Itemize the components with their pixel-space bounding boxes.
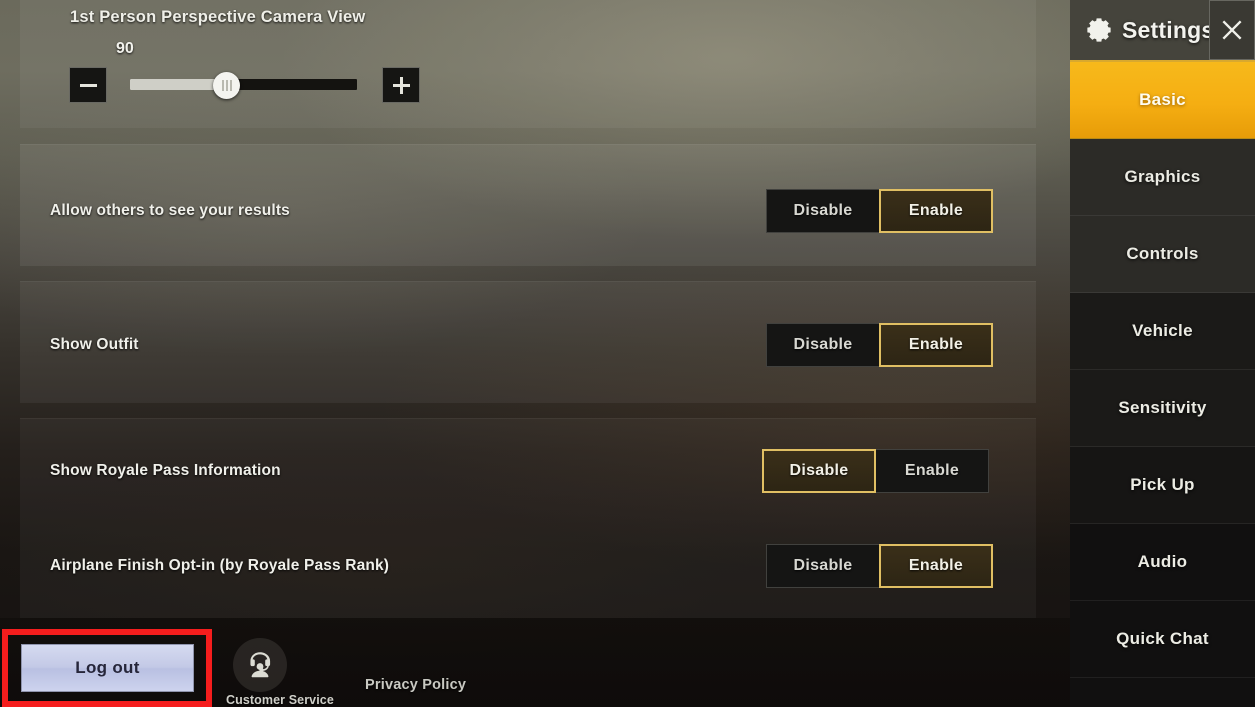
airplane-finish-disable-button[interactable]: Disable [766, 544, 880, 588]
sidebar-item-label: Pick Up [1130, 475, 1195, 494]
show-outfit-disable-button[interactable]: Disable [766, 323, 880, 367]
royale-pass-card [20, 418, 1036, 618]
sidebar-item-sensitivity[interactable]: Sensitivity [1070, 370, 1255, 447]
minus-icon [79, 83, 97, 87]
fov-decrease-button[interactable] [69, 67, 107, 103]
sidebar-header: Settings [1070, 0, 1255, 62]
show-outfit-enable-button[interactable]: Enable [879, 323, 993, 367]
sidebar-item-pick-up[interactable]: Pick Up [1070, 447, 1255, 524]
sidebar-item-label: Graphics [1124, 167, 1201, 186]
gear-icon [1087, 18, 1111, 42]
fov-slider-handle[interactable] [213, 72, 240, 99]
sidebar-item-label: Quick Chat [1116, 629, 1209, 648]
sidebar-item-basic[interactable]: Basic [1070, 62, 1255, 139]
show-royale-pass-disable-button[interactable]: Disable [762, 449, 876, 493]
sidebar-item-controls[interactable]: Controls [1070, 216, 1255, 293]
sidebar-item-label: Basic [1139, 90, 1186, 109]
sidebar-item-label: Controls [1126, 244, 1199, 263]
fov-increase-button[interactable] [382, 67, 420, 103]
allow-results-toggle: Disable Enable [766, 189, 993, 233]
show-royale-pass-label: Show Royale Pass Information [50, 462, 281, 479]
sidebar-title: Settings [1122, 16, 1215, 43]
sidebar-item-vehicle[interactable]: Vehicle [1070, 293, 1255, 370]
show-royale-pass-toggle: Disable Enable [762, 449, 989, 493]
close-button[interactable] [1209, 0, 1255, 60]
settings-sidebar: Settings Basic Graphics Controls Vehicle… [1070, 0, 1255, 707]
logout-highlight-annotation [2, 629, 212, 707]
allow-results-label: Allow others to see your results [50, 202, 290, 219]
customer-service-label: Customer Service [226, 693, 334, 707]
sidebar-item-quick-chat[interactable]: Quick Chat [1070, 601, 1255, 678]
sidebar-item-graphics[interactable]: Graphics [1070, 139, 1255, 216]
sidebar-item-next[interactable] [1070, 678, 1255, 707]
sidebar-item-label: Sensitivity [1118, 398, 1207, 417]
fov-setting-card: 1st Person Perspective Camera View 90 [20, 0, 1036, 128]
airplane-finish-enable-button[interactable]: Enable [879, 544, 993, 588]
sidebar-item-label: Audio [1137, 552, 1188, 571]
airplane-finish-label: Airplane Finish Opt-in (by Royale Pass R… [50, 557, 390, 574]
show-royale-pass-enable-button[interactable]: Enable [875, 449, 989, 493]
customer-service-item[interactable]: Customer Service [226, 638, 334, 707]
sidebar-item-label: Vehicle [1132, 321, 1193, 340]
fov-value: 90 [116, 40, 134, 57]
show-outfit-toggle: Disable Enable [766, 323, 993, 367]
allow-results-disable-button[interactable]: Disable [766, 189, 880, 233]
airplane-finish-toggle: Disable Enable [766, 544, 993, 588]
headset-support-icon [233, 638, 287, 692]
settings-content-panel: 1st Person Perspective Camera View 90 Al… [0, 0, 1070, 707]
allow-results-enable-button[interactable]: Enable [879, 189, 993, 233]
privacy-policy-link[interactable]: Privacy Policy [365, 677, 466, 693]
fov-slider-track[interactable] [130, 79, 357, 90]
fov-title: 1st Person Perspective Camera View [70, 8, 366, 26]
pubg-settings-screen: 1st Person Perspective Camera View 90 Al… [0, 0, 1255, 707]
close-icon [1222, 20, 1242, 40]
show-outfit-label: Show Outfit [50, 336, 139, 353]
sidebar-item-audio[interactable]: Audio [1070, 524, 1255, 601]
sidebar-item-list: Basic Graphics Controls Vehicle Sensitiv… [1070, 62, 1255, 707]
plus-icon-vertical [399, 76, 403, 94]
